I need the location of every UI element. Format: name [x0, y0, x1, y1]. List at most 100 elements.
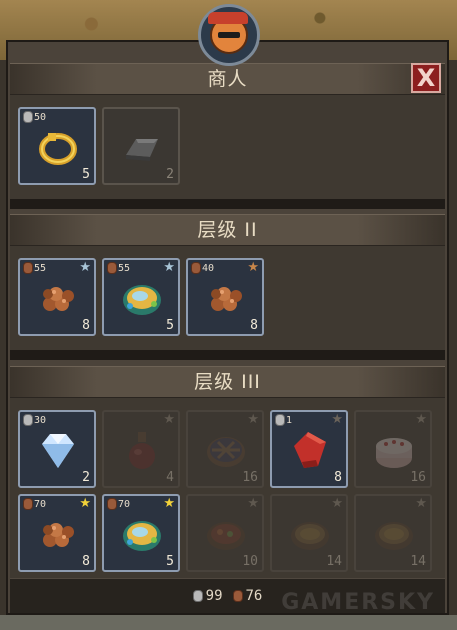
close-button[interactable]: X	[411, 63, 441, 93]
item-quantity: 5	[82, 167, 90, 182]
item-quantity: 8	[334, 470, 342, 485]
shop-item-slot[interactable]: 70 ★ 8	[18, 494, 96, 572]
soup-bowl-icon	[288, 512, 332, 556]
section-tier-2-body: 55 ★ 8 55 ★ 5 40 ★ 8	[10, 245, 445, 350]
item-price: 55	[23, 262, 46, 274]
red-cloth-icon	[288, 428, 332, 472]
merchant-avatar-icon	[208, 12, 248, 54]
item-quantity: 2	[82, 470, 90, 485]
section-divider	[10, 199, 445, 209]
shop-item-slot[interactable]: ★ 4	[102, 410, 180, 488]
shop-item-slot[interactable]: 55 ★ 8	[18, 258, 96, 336]
item-price-value: 50	[34, 111, 47, 123]
copper-coin-icon	[191, 262, 201, 274]
item-price: 1	[275, 414, 292, 426]
item-price: 70	[23, 498, 46, 510]
bottom-bar	[0, 615, 457, 630]
shop-item-slot[interactable]: ★ 14	[270, 494, 348, 572]
section-tier-3-body: 30 2 ★ 4 ★ 16 1 ★ 8 ★ 16 70 ★ 8 70 ★ 5 ★ 10 ★ 14 ★ 14	[10, 397, 445, 578]
item-price: 40	[191, 262, 214, 274]
item-price-value: 55	[34, 262, 47, 274]
silver-coin-icon	[192, 590, 203, 602]
silver-amount: 99	[205, 588, 223, 604]
shop-item-slot[interactable]: ★ 16	[354, 410, 432, 488]
shop-item-slot[interactable]: 2	[102, 107, 180, 185]
item-price: 55	[107, 262, 130, 274]
copper-coin-icon	[23, 498, 33, 510]
cake-icon	[372, 428, 416, 472]
section-header-tier-3: 层级 III	[10, 366, 445, 398]
item-price-value: 40	[202, 262, 215, 274]
quality-star-icon: ★	[415, 412, 427, 427]
copper-coin-icon	[232, 590, 243, 602]
quality-star-icon: ★	[79, 260, 91, 275]
soup-bowl-icon	[372, 512, 416, 556]
food-plate-icon	[120, 512, 164, 556]
item-price: 50	[23, 111, 46, 123]
copper-coin-icon	[23, 262, 33, 274]
item-quantity: 8	[82, 554, 90, 569]
shop-item-slot[interactable]: 40 ★ 8	[186, 258, 264, 336]
item-quantity: 5	[166, 554, 174, 569]
silver-coin-icon	[23, 111, 33, 123]
quality-star-icon: ★	[247, 260, 259, 275]
item-price-value: 55	[118, 262, 131, 274]
silver-coin-icon	[23, 414, 33, 426]
gold-ring-icon	[36, 125, 80, 169]
item-price-value: 70	[118, 498, 131, 510]
shop-item-slot[interactable]: 70 ★ 5	[102, 494, 180, 572]
item-quantity: 8	[250, 318, 258, 333]
copper-amount: 76	[245, 588, 263, 604]
section-header-merchant: 商人	[10, 63, 445, 95]
quality-star-icon: ★	[163, 260, 175, 275]
quality-star-icon: ★	[415, 496, 427, 511]
iron-ingot-icon	[120, 125, 164, 169]
quality-star-icon: ★	[331, 412, 343, 427]
shop-item-slot[interactable]: ★ 10	[186, 494, 264, 572]
item-quantity: 14	[326, 554, 342, 569]
ore-pile-icon	[204, 276, 248, 320]
section-merchant-body: 50 5 2	[10, 94, 445, 199]
item-quantity: 4	[166, 470, 174, 485]
merchant-portrait	[198, 4, 260, 66]
diamond-icon	[36, 428, 80, 472]
ore-pile-icon	[36, 512, 80, 556]
watermark: GAMERSKY	[281, 590, 435, 615]
potion-bottle-icon	[120, 428, 164, 472]
item-quantity: 14	[410, 554, 426, 569]
shop-item-slot[interactable]: 55 ★ 5	[102, 258, 180, 336]
ore-pile-icon	[36, 276, 80, 320]
silver-coin-icon	[275, 414, 285, 426]
item-quantity: 10	[242, 554, 258, 569]
quality-star-icon: ★	[79, 496, 91, 511]
shop-item-slot[interactable]: ★ 16	[186, 410, 264, 488]
item-quantity: 16	[410, 470, 426, 485]
quality-star-icon: ★	[331, 496, 343, 511]
silver-currency: 99	[192, 588, 223, 604]
item-price: 30	[23, 414, 46, 426]
shop-item-slot[interactable]: 1 ★ 8	[270, 410, 348, 488]
item-price-value: 1	[286, 414, 293, 426]
item-quantity: 16	[242, 470, 258, 485]
stew-bowl-icon	[204, 512, 248, 556]
shop-item-slot[interactable]: 50 5	[18, 107, 96, 185]
item-quantity: 5	[166, 318, 174, 333]
quality-star-icon: ★	[247, 496, 259, 511]
item-quantity: 8	[82, 318, 90, 333]
copper-coin-icon	[107, 498, 117, 510]
copper-coin-icon	[107, 262, 117, 274]
food-plate-icon	[120, 276, 164, 320]
item-price: 70	[107, 498, 130, 510]
shop-item-slot[interactable]: 30 2	[18, 410, 96, 488]
item-price-value: 70	[34, 498, 47, 510]
item-price-value: 30	[34, 414, 47, 426]
section-header-tier-2: 层级 II	[10, 214, 445, 246]
copper-currency: 76	[232, 588, 263, 604]
shop-item-slot[interactable]: ★ 14	[354, 494, 432, 572]
item-quantity: 2	[166, 167, 174, 182]
section-divider	[10, 350, 445, 360]
quality-star-icon: ★	[247, 412, 259, 427]
quality-star-icon: ★	[163, 412, 175, 427]
quality-star-icon: ★	[163, 496, 175, 511]
pie-icon	[204, 428, 248, 472]
